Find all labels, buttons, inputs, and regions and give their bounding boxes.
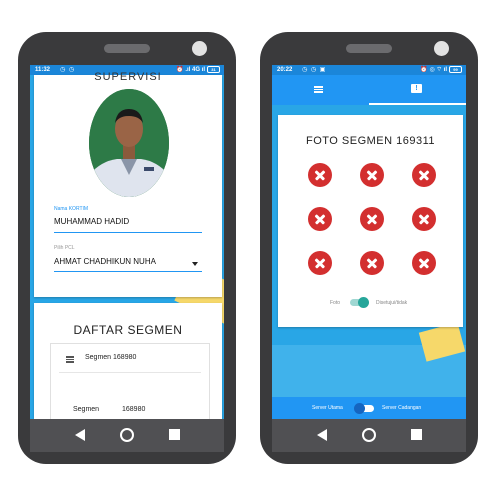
- system-icons: ⏰ ◎ ⌔ ıl 99: [420, 65, 462, 75]
- tab-list-icon[interactable]: [314, 86, 323, 93]
- photo-close-icon[interactable]: [308, 207, 332, 231]
- front-camera: [434, 41, 449, 56]
- photo-close-icon[interactable]: [308, 251, 332, 275]
- status-bar: 20:22 ◷ ◷ ▣ ⏰ ◎ ⌔ ıl 99: [272, 65, 466, 75]
- speaker-grille: [346, 44, 392, 53]
- pcl-underline: [54, 271, 202, 272]
- segment-list-card: DAFTAR SEGMEN Segmen 168980 Segmen 16898…: [34, 303, 222, 419]
- chevron-down-icon[interactable]: [192, 262, 198, 266]
- tab-message-icon[interactable]: !: [411, 84, 422, 93]
- screen-left: 11:32 ◷ ◷ ⏰ .ıl 4G ıl 31 SUPERVISI Nama K…: [30, 65, 224, 419]
- divider: [59, 372, 201, 373]
- profile-card: SUPERVISI Nama KORTIM MUHAMMAD HADID Pil…: [34, 71, 222, 297]
- back-icon[interactable]: [317, 429, 327, 441]
- screen-right: 20:22 ◷ ◷ ▣ ⏰ ◎ ⌔ ıl 99 ! FOTO SEGMEN 169…: [272, 65, 466, 419]
- list-icon: [66, 356, 74, 363]
- segment-header: Segmen 168980: [85, 354, 137, 361]
- segment-item[interactable]: Segmen 168980 Segmen 168980: [50, 343, 210, 419]
- photo-close-icon[interactable]: [412, 207, 436, 231]
- page-title: SUPERVISI: [94, 71, 162, 83]
- recent-apps-icon[interactable]: [169, 429, 180, 440]
- app-bar: [272, 75, 466, 105]
- switch-label-approval: Disetujui/tidak: [376, 300, 408, 306]
- recent-apps-icon[interactable]: [411, 429, 422, 440]
- person-avatar-icon: [89, 89, 169, 197]
- navigation-bar: [30, 419, 224, 452]
- approval-toggle[interactable]: [350, 297, 369, 308]
- back-icon[interactable]: [75, 429, 85, 441]
- segment-list-title: DAFTAR SEGMEN: [73, 323, 183, 337]
- toggle-knob: [354, 403, 365, 414]
- home-icon[interactable]: [120, 428, 134, 442]
- toggle-knob: [358, 297, 369, 308]
- kortim-underline: [54, 232, 202, 233]
- segment-row-value: 168980: [122, 406, 146, 413]
- pcl-label: Pilih PCL: [54, 245, 75, 251]
- kortim-field[interactable]: MUHAMMAD HADID: [54, 217, 129, 226]
- profile-photo: [89, 89, 169, 197]
- front-camera: [192, 41, 207, 56]
- photo-close-icon[interactable]: [412, 251, 436, 275]
- server-bar: Server Utama Server Cadangan: [272, 397, 466, 419]
- photo-close-icon[interactable]: [412, 163, 436, 187]
- server-backup-label: Server Cadangan: [382, 405, 422, 411]
- server-toggle[interactable]: [354, 403, 374, 414]
- phone-right: 20:22 ◷ ◷ ▣ ⏰ ◎ ⌔ ıl 99 ! FOTO SEGMEN 169…: [260, 32, 478, 464]
- photo-segment-card: FOTO SEGMEN 169311 Foto Disetujui/tidak: [278, 115, 463, 327]
- photo-close-icon[interactable]: [308, 163, 332, 187]
- photo-segment-title: FOTO SEGMEN 169311: [305, 135, 436, 147]
- notification-icons: ◷ ◷ ▣: [302, 67, 327, 73]
- home-icon[interactable]: [362, 428, 376, 442]
- photo-close-icon[interactable]: [360, 251, 384, 275]
- signal-icon: ⏰ ◎ ⌔ ıl: [420, 67, 447, 73]
- battery-icon: 99: [449, 65, 462, 73]
- segment-row-label: Segmen: [73, 406, 100, 413]
- navigation-bar: [272, 419, 466, 452]
- pcl-select[interactable]: AHMAT CHADHIKUN NUHA: [54, 257, 156, 266]
- phone-left: 11:32 ◷ ◷ ⏰ .ıl 4G ıl 31 SUPERVISI Nama K…: [18, 32, 236, 464]
- speaker-grille: [104, 44, 150, 53]
- status-time: 20:22: [277, 67, 293, 73]
- kortim-label: Nama KORTIM: [54, 206, 89, 212]
- switch-label-foto: Foto: [330, 300, 341, 306]
- server-main-label: Server Utama: [312, 405, 343, 411]
- photo-close-icon[interactable]: [360, 207, 384, 231]
- photo-close-icon[interactable]: [360, 163, 384, 187]
